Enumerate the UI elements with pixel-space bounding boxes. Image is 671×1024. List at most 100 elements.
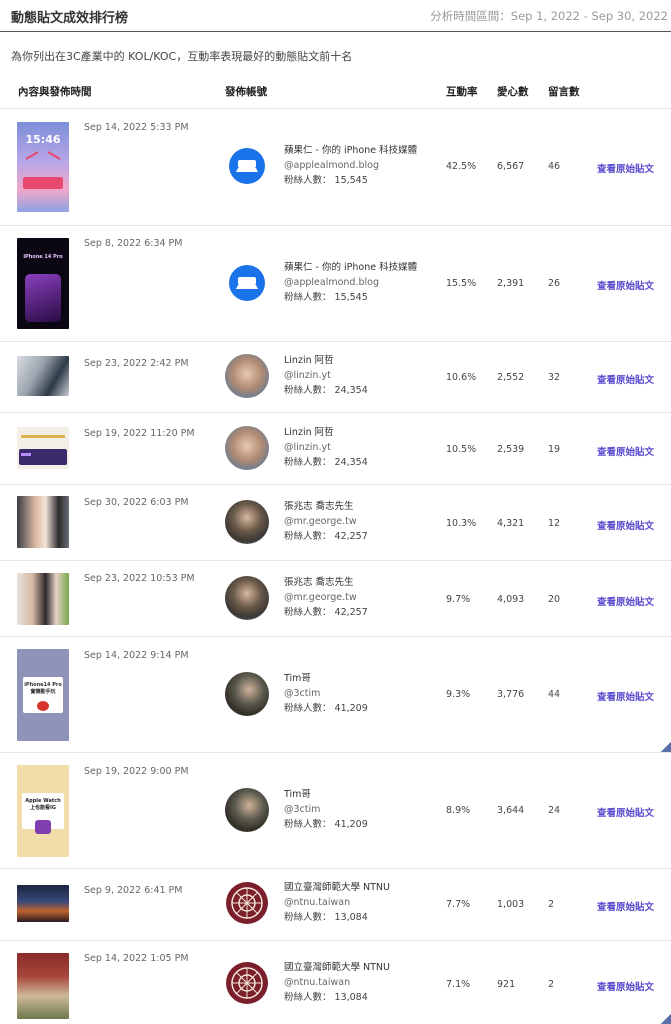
account-avatar[interactable] — [225, 672, 269, 716]
account-name: 國立臺灣師範大學 NTNU — [284, 962, 390, 973]
post-thumbnail[interactable] — [17, 496, 69, 548]
comments-count: 32 — [548, 372, 561, 383]
view-original-post-link[interactable]: 查看原始貼文 — [597, 805, 654, 819]
table-row: Sep 23, 2022 2:42 PM Linzin 阿哲 @linzin.y… — [0, 341, 671, 412]
engagement-rate: 15.5% — [446, 278, 477, 289]
comments-count: 24 — [548, 805, 561, 816]
post-thumbnail[interactable]: 15:46 — [17, 122, 69, 212]
account-info: Tim哥 @3ctim 粉絲人數： 41,209 — [284, 787, 368, 832]
view-original-post-link[interactable]: 查看原始貼文 — [597, 899, 654, 913]
account-fans: 粉絲人數： 41,209 — [284, 703, 368, 714]
col-header-likes: 愛心數 — [497, 86, 529, 98]
post-date: Sep 19, 2022 9:00 PM — [84, 766, 189, 777]
account-info: Tim哥 @3ctim 粉絲人數： 41,209 — [284, 671, 368, 716]
likes-count: 2,552 — [497, 372, 525, 383]
page-subtitle: 為你列出在3C產業中的 KOL/KOC，互動率表現最好的動態貼文前十名 — [11, 50, 353, 63]
engagement-rate: 42.5% — [446, 161, 477, 172]
account-info: 蘋果仁 - 你的 iPhone 科技媒體 @applealmond.blog 粉… — [284, 143, 417, 188]
comments-count: 26 — [548, 278, 561, 289]
post-date: Sep 19, 2022 11:20 PM — [84, 428, 195, 439]
likes-count: 2,539 — [497, 444, 525, 455]
account-fans: 粉絲人數： 24,354 — [284, 385, 368, 396]
account-handle: @applealmond.blog — [284, 277, 379, 288]
view-original-post-link[interactable]: 查看原始貼文 — [597, 372, 654, 386]
table-row: Sep 23, 2022 10:53 PM 張兆志 喬志先生 @mr.georg… — [0, 560, 671, 636]
table-row: Sep 14, 2022 1:05 PM 國立臺灣師範大學 NTNU @ntnu… — [0, 940, 671, 1024]
account-avatar[interactable] — [225, 426, 269, 470]
likes-count: 1,003 — [497, 899, 525, 910]
view-original-post-link[interactable]: 查看原始貼文 — [597, 979, 654, 993]
likes-count: 4,093 — [497, 594, 525, 605]
account-avatar[interactable] — [225, 261, 269, 305]
account-handle: @linzin.yt — [284, 370, 331, 381]
account-name: 蘋果仁 - 你的 iPhone 科技媒體 — [284, 145, 418, 156]
view-original-post-link[interactable]: 查看原始貼文 — [597, 594, 654, 608]
account-handle: @linzin.yt — [284, 442, 331, 453]
view-original-post-link[interactable]: 查看原始貼文 — [597, 444, 654, 458]
thumbnail-caption: iPhone 14 Pro — [23, 254, 63, 260]
table-row: Sep 30, 2022 6:03 PM 張兆志 喬志先生 @mr.george… — [0, 484, 671, 560]
col-header-account: 發佈帳號 — [225, 86, 267, 98]
comments-count: 12 — [548, 518, 561, 529]
likes-count: 921 — [497, 979, 516, 990]
comments-count: 19 — [548, 444, 561, 455]
table-row: 15:46 Sep 14, 2022 5:33 PM 蘋果仁 - 你的 iPho… — [0, 108, 671, 225]
post-thumbnail[interactable] — [17, 573, 69, 625]
account-name: 張兆志 喬志先生 — [284, 577, 354, 588]
account-avatar[interactable] — [225, 788, 269, 832]
account-name: 蘋果仁 - 你的 iPhone 科技媒體 — [284, 262, 418, 273]
thumbnail-caption: iPhone14 Pro 實機動手玩 — [24, 682, 62, 695]
likes-count: 3,644 — [497, 805, 525, 816]
account-name: Linzin 阿哲 — [284, 427, 334, 438]
post-thumbnail[interactable]: iPhone14 Pro 實機動手玩 — [17, 649, 69, 741]
account-avatar[interactable] — [225, 354, 269, 398]
account-avatar[interactable] — [225, 144, 269, 188]
account-handle: @ntnu.taiwan — [284, 977, 351, 988]
engagement-rate: 9.3% — [446, 689, 471, 700]
engagement-rate: 7.1% — [446, 979, 471, 990]
engagement-rate: 8.9% — [446, 805, 471, 816]
account-handle: @3ctim — [284, 688, 321, 699]
post-date: Sep 8, 2022 6:34 PM — [84, 238, 183, 249]
account-name: Linzin 阿哲 — [284, 355, 334, 366]
likes-count: 6,567 — [497, 161, 525, 172]
account-avatar[interactable] — [225, 576, 269, 620]
thumbnail-caption: Apple Watch 上也能看IG — [25, 798, 61, 811]
account-fans: 粉絲人數： 15,545 — [284, 292, 368, 303]
col-header-content: 內容與發佈時間 — [18, 86, 92, 98]
account-fans: 粉絲人數： 24,354 — [284, 457, 368, 468]
account-info: 國立臺灣師範大學 NTNU @ntnu.taiwan 粉絲人數： 13,084 — [284, 960, 390, 1005]
view-original-post-link[interactable]: 查看原始貼文 — [597, 518, 654, 532]
thumbnail-clock-text: 15:46 — [25, 133, 61, 146]
account-avatar[interactable] — [225, 881, 269, 925]
account-handle: @3ctim — [284, 804, 321, 815]
post-date: Sep 14, 2022 1:05 PM — [84, 953, 189, 964]
account-info: Linzin 阿哲 @linzin.yt 粉絲人數： 24,354 — [284, 353, 368, 398]
view-original-post-link[interactable]: 查看原始貼文 — [597, 161, 654, 175]
post-thumbnail[interactable]: iPhone 14 Pro — [17, 238, 69, 329]
account-fans: 粉絲人數： 13,084 — [284, 912, 368, 923]
post-date: Sep 14, 2022 5:33 PM — [84, 122, 189, 133]
table-row: iPhone14 Pro 實機動手玩 Sep 14, 2022 9:14 PM … — [0, 636, 671, 752]
post-thumbnail[interactable]: Apple Watch 上也能看IG — [17, 765, 69, 857]
post-thumbnail[interactable] — [17, 427, 69, 469]
account-handle: @mr.george.tw — [284, 592, 357, 603]
account-avatar[interactable] — [225, 500, 269, 544]
view-original-post-link[interactable]: 查看原始貼文 — [597, 278, 654, 292]
account-info: 國立臺灣師範大學 NTNU @ntnu.taiwan 粉絲人數： 13,084 — [284, 880, 390, 925]
view-original-post-link[interactable]: 查看原始貼文 — [597, 689, 654, 703]
post-date: Sep 30, 2022 6:03 PM — [84, 497, 189, 508]
post-thumbnail[interactable] — [17, 885, 69, 922]
account-avatar[interactable] — [225, 961, 269, 1005]
account-info: Linzin 阿哲 @linzin.yt 粉絲人數： 24,354 — [284, 425, 368, 470]
account-handle: @mr.george.tw — [284, 516, 357, 527]
table-row: Sep 19, 2022 11:20 PM Linzin 阿哲 @linzin.… — [0, 412, 671, 484]
post-thumbnail[interactable] — [17, 356, 69, 396]
account-name: Tim哥 — [284, 673, 311, 684]
page-title: 動態貼文成效排行榜 — [11, 11, 129, 26]
post-thumbnail[interactable] — [17, 953, 69, 1019]
comments-count: 20 — [548, 594, 561, 605]
account-fans: 粉絲人數： 42,257 — [284, 531, 368, 542]
post-date: Sep 14, 2022 9:14 PM — [84, 650, 189, 661]
account-info: 張兆志 喬志先生 @mr.george.tw 粉絲人數： 42,257 — [284, 499, 368, 544]
